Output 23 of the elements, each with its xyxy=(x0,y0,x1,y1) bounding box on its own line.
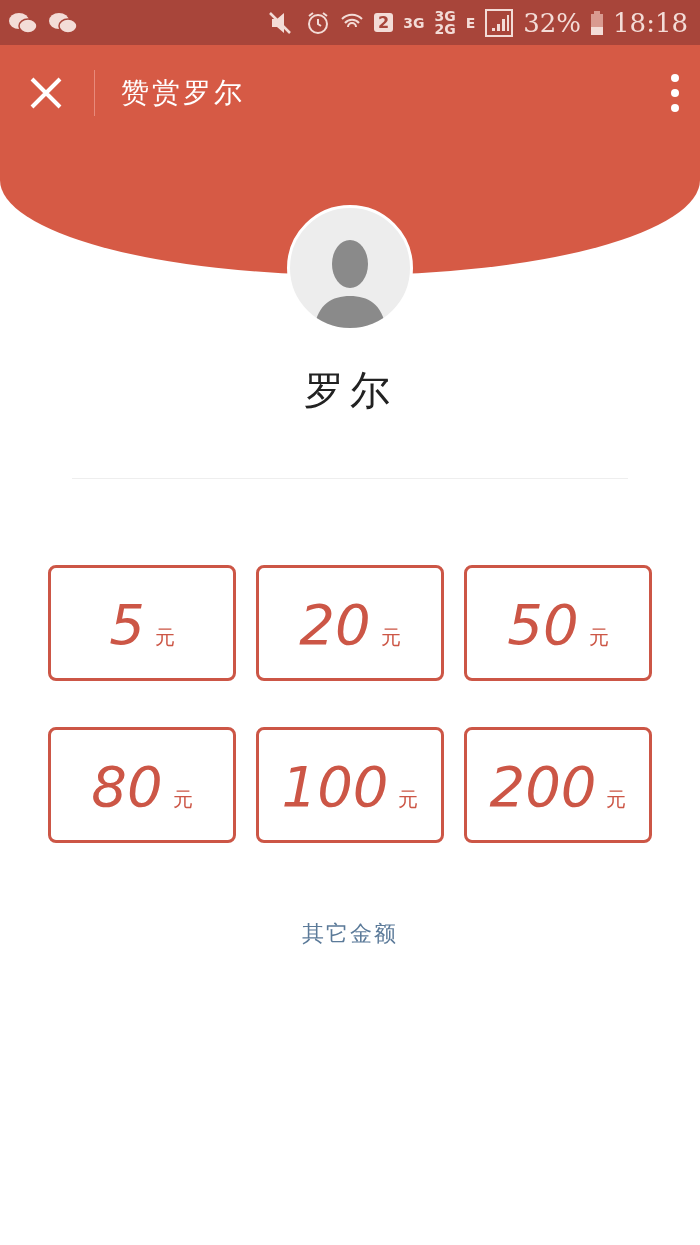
sim-badge: 2 xyxy=(374,13,394,32)
network-type: 3G xyxy=(403,14,425,31)
amount-button[interactable]: 100 元 xyxy=(256,727,444,843)
amount-button[interactable]: 80 元 xyxy=(48,727,236,843)
amount-button[interactable]: 5 元 xyxy=(48,565,236,681)
more-icon[interactable] xyxy=(670,73,680,113)
close-icon[interactable] xyxy=(28,75,64,111)
amount-button[interactable]: 50 元 xyxy=(464,565,652,681)
other-amount-link[interactable]: 其它金额 xyxy=(302,919,398,949)
chat-icon xyxy=(8,10,38,35)
battery-percentage: 32% xyxy=(523,7,582,38)
chat-icon xyxy=(48,10,78,35)
recipient-name: 罗尔 xyxy=(303,366,397,415)
clock: 18:18 xyxy=(613,7,688,38)
page-title: 赞赏罗尔 xyxy=(121,75,245,111)
amount-button[interactable]: 200 元 xyxy=(464,727,652,843)
network-type: 3G xyxy=(434,9,456,23)
network-type: 2G xyxy=(434,22,456,36)
data-type: E xyxy=(465,14,476,31)
signal-icon xyxy=(485,8,514,37)
alarm-icon xyxy=(306,10,331,35)
amount-button[interactable]: 20 元 xyxy=(256,565,444,681)
battery-icon xyxy=(591,10,604,35)
